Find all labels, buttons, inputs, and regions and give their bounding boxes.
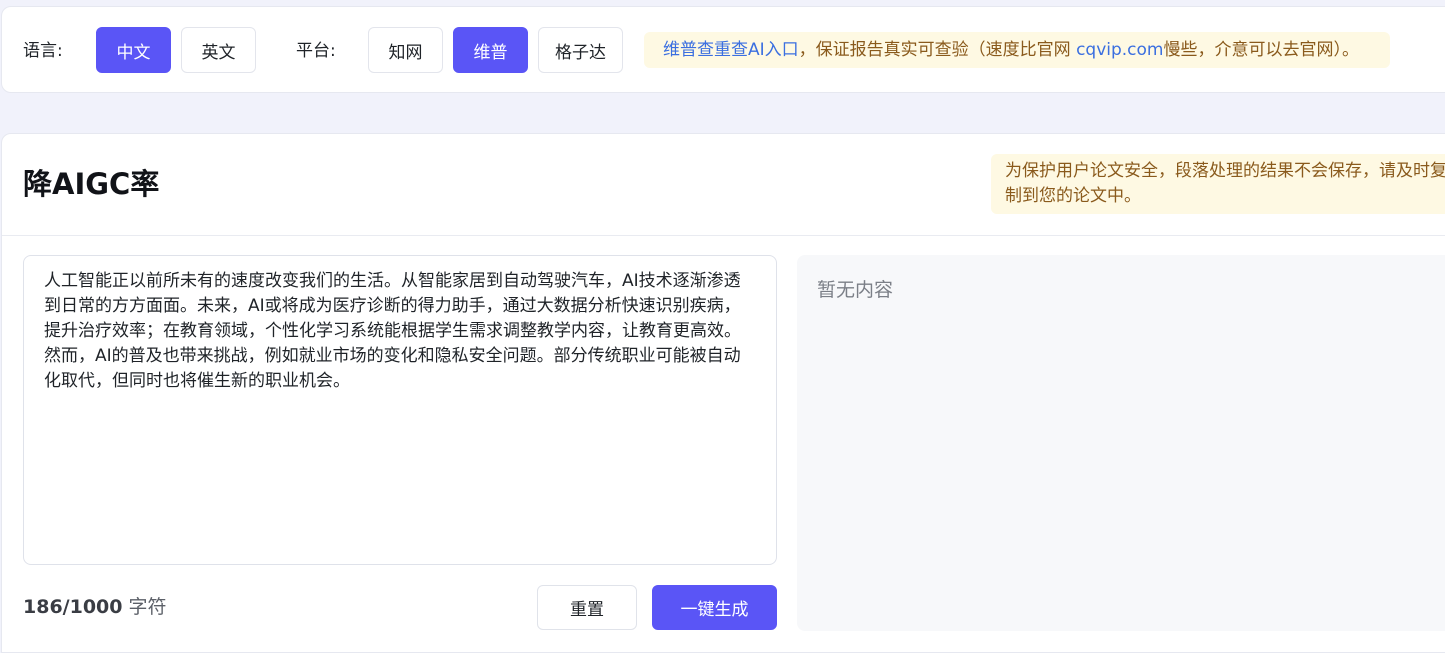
header-divider	[2, 235, 1445, 236]
platform-option-gezida[interactable]: 格子达	[538, 27, 623, 73]
notice-text-1: ，保证报告真实可查验（速度比官网	[798, 40, 1077, 60]
reset-button[interactable]: 重置	[537, 585, 637, 630]
language-label: 语言:	[23, 41, 63, 61]
output-placeholder: 暂无内容	[817, 279, 894, 301]
main-panel: 降AIGC率 为保护用户论文安全，段落处理的结果不会保存，请及时复制到您的论文中…	[1, 133, 1445, 653]
notice-text-2: 慢些，介意可以去官网）。	[1163, 40, 1360, 60]
language-option-chinese[interactable]: 中文	[96, 27, 171, 73]
platform-option-weipu[interactable]: 维普	[453, 27, 528, 73]
privacy-tip-banner: 为保护用户论文安全，段落处理的结果不会保存，请及时复制到您的论文中。	[991, 154, 1445, 214]
weipu-notice-banner: 维普查重查AI入口，保证报告真实可查验（速度比官网 cqvip.com慢些，介意…	[644, 32, 1390, 68]
output-panel: 暂无内容	[797, 255, 1445, 631]
char-count: 186/1000	[23, 596, 123, 618]
char-unit: 字符	[128, 596, 167, 618]
language-option-english[interactable]: 英文	[181, 27, 256, 73]
platform-option-cnki[interactable]: 知网	[368, 27, 443, 73]
cqvip-link[interactable]: cqvip.com	[1076, 40, 1163, 60]
top-bar: 语言: 中文 英文 平台: 知网 维普 格子达 维普查重查AI入口，保证报告真实…	[1, 6, 1445, 93]
char-counter: 186/1000 字符	[23, 594, 167, 620]
page-title: 降AIGC率	[23, 167, 160, 201]
generate-button[interactable]: 一键生成	[652, 585, 777, 630]
input-text-area[interactable]: 人工智能正以前所未有的速度改变我们的生活。从智能家居到自动驾驶汽车，AI技术逐渐…	[23, 255, 777, 565]
platform-label: 平台:	[296, 41, 336, 61]
weipu-entry-link[interactable]: 维普查重查AI入口	[663, 40, 799, 60]
